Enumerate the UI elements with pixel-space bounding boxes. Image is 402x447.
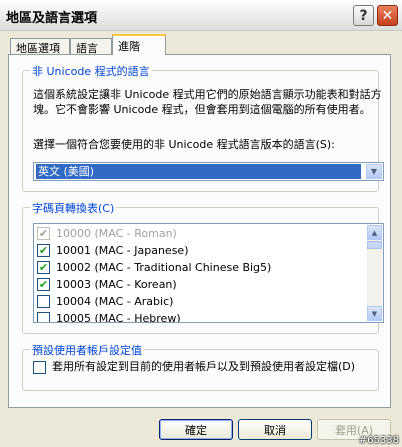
close-icon: ✕ xyxy=(381,7,394,24)
help-icon: ? xyxy=(359,7,368,24)
default-user-group: 預設使用者帳戶設定值 套用所有設定到目前的使用者帳戶以及到預設使用者設定檔(D) xyxy=(22,342,379,391)
list-item-label: 10002 (MAC - Traditional Chinese Big5) xyxy=(56,261,272,274)
language-select-prompt: 選擇一個符合您要使用的非 Unicode 程式語言版本的語言(S): xyxy=(33,138,335,151)
checkbox[interactable]: ✔ xyxy=(37,227,50,240)
window-title: 地區及語言選項 xyxy=(6,11,98,26)
code-page-legend: 字碼頁轉換表(C) xyxy=(30,200,117,216)
title-bar[interactable]: 地區及語言選項 ? ✕ xyxy=(0,0,402,31)
list-item[interactable]: 10004 (MAC - Arabic) xyxy=(37,293,173,310)
check-icon: ✔ xyxy=(38,227,49,240)
scrollbar-thumb[interactable] xyxy=(367,241,382,249)
cancel-button[interactable]: 取消 xyxy=(238,419,312,440)
checkbox[interactable]: ✔ xyxy=(37,244,50,257)
list-scrollbar[interactable]: ▲ ▼ xyxy=(367,225,382,321)
non-unicode-description: 這個系統設定讓非 Unicode 程式用它們的原始語言顯示功能表和對話方塊。它不… xyxy=(33,88,382,116)
ok-button[interactable]: 確定 xyxy=(159,419,233,440)
apply-defaults-option[interactable]: 套用所有設定到目前的使用者帳戶以及到預設使用者設定檔(D) xyxy=(33,360,383,374)
checkbox[interactable] xyxy=(37,295,50,308)
list-item[interactable]: 10005 (MAC - Hebrew) xyxy=(37,310,181,323)
list-item[interactable]: ✔ 10000 (MAC - Roman) xyxy=(37,225,177,242)
list-item[interactable]: ✔ 10003 (MAC - Korean) xyxy=(37,276,177,293)
check-icon: ✔ xyxy=(38,244,49,257)
list-item-label: 10003 (MAC - Korean) xyxy=(56,278,177,291)
code-page-group: 字碼頁轉換表(C) ✔ 10000 (MAC - Roman) ✔ 10001 … xyxy=(22,200,384,334)
apply-defaults-label: 套用所有設定到目前的使用者帳戶以及到預設使用者設定檔(D) xyxy=(52,360,356,373)
code-page-list[interactable]: ✔ 10000 (MAC - Roman) ✔ 10001 (MAC - Jap… xyxy=(33,223,384,323)
check-icon: ✔ xyxy=(38,261,49,274)
close-button[interactable]: ✕ xyxy=(377,5,398,26)
non-unicode-legend: 非 Unicode 程式的語言 xyxy=(30,63,152,79)
tab-label: 進階 xyxy=(118,40,140,53)
checkbox[interactable]: ✔ xyxy=(37,278,50,291)
list-item[interactable]: ✔ 10002 (MAC - Traditional Chinese Big5) xyxy=(37,259,271,276)
arrow-up-icon[interactable]: ▲ xyxy=(367,225,382,240)
tab-advanced[interactable]: 進階 xyxy=(112,34,166,55)
ok-button-label: 確定 xyxy=(185,423,207,437)
list-item-label: 10001 (MAC - Japanese) xyxy=(56,244,189,257)
regional-language-dialog: 地區及語言選項 ? ✕ 地區選項 語言 進階 非 Unicode 程式的語言 這… xyxy=(0,0,402,447)
non-unicode-group: 非 Unicode 程式的語言 這個系統設定讓非 Unicode 程式用它們的原… xyxy=(22,63,384,192)
language-dropdown-value: 英文 (美國) xyxy=(36,164,361,179)
list-item[interactable]: ✔ 10001 (MAC - Japanese) xyxy=(37,242,188,259)
check-icon: ✔ xyxy=(38,278,49,291)
tab-languages[interactable]: 語言 xyxy=(70,38,112,55)
checkbox[interactable]: ✔ xyxy=(37,261,50,274)
checkbox[interactable] xyxy=(37,312,50,322)
list-item-label: 10004 (MAC - Arabic) xyxy=(56,295,174,308)
arrow-down-icon[interactable]: ▼ xyxy=(367,306,382,321)
help-button[interactable]: ? xyxy=(353,5,374,26)
apply-defaults-checkbox[interactable] xyxy=(33,361,46,374)
tab-regional-options[interactable]: 地區選項 xyxy=(10,38,70,55)
advanced-panel: 非 Unicode 程式的語言 這個系統設定讓非 Unicode 程式用它們的原… xyxy=(8,54,391,408)
list-item-label: 10000 (MAC - Roman) xyxy=(56,227,177,240)
cancel-button-label: 取消 xyxy=(264,423,286,437)
watermark: #65338 xyxy=(358,435,399,446)
list-item-label: 10005 (MAC - Hebrew) xyxy=(56,312,181,323)
chevron-down-icon[interactable]: ▼ xyxy=(366,164,382,179)
default-user-legend: 預設使用者帳戶設定值 xyxy=(30,342,144,358)
language-dropdown[interactable]: 英文 (美國) ▼ xyxy=(33,162,384,181)
